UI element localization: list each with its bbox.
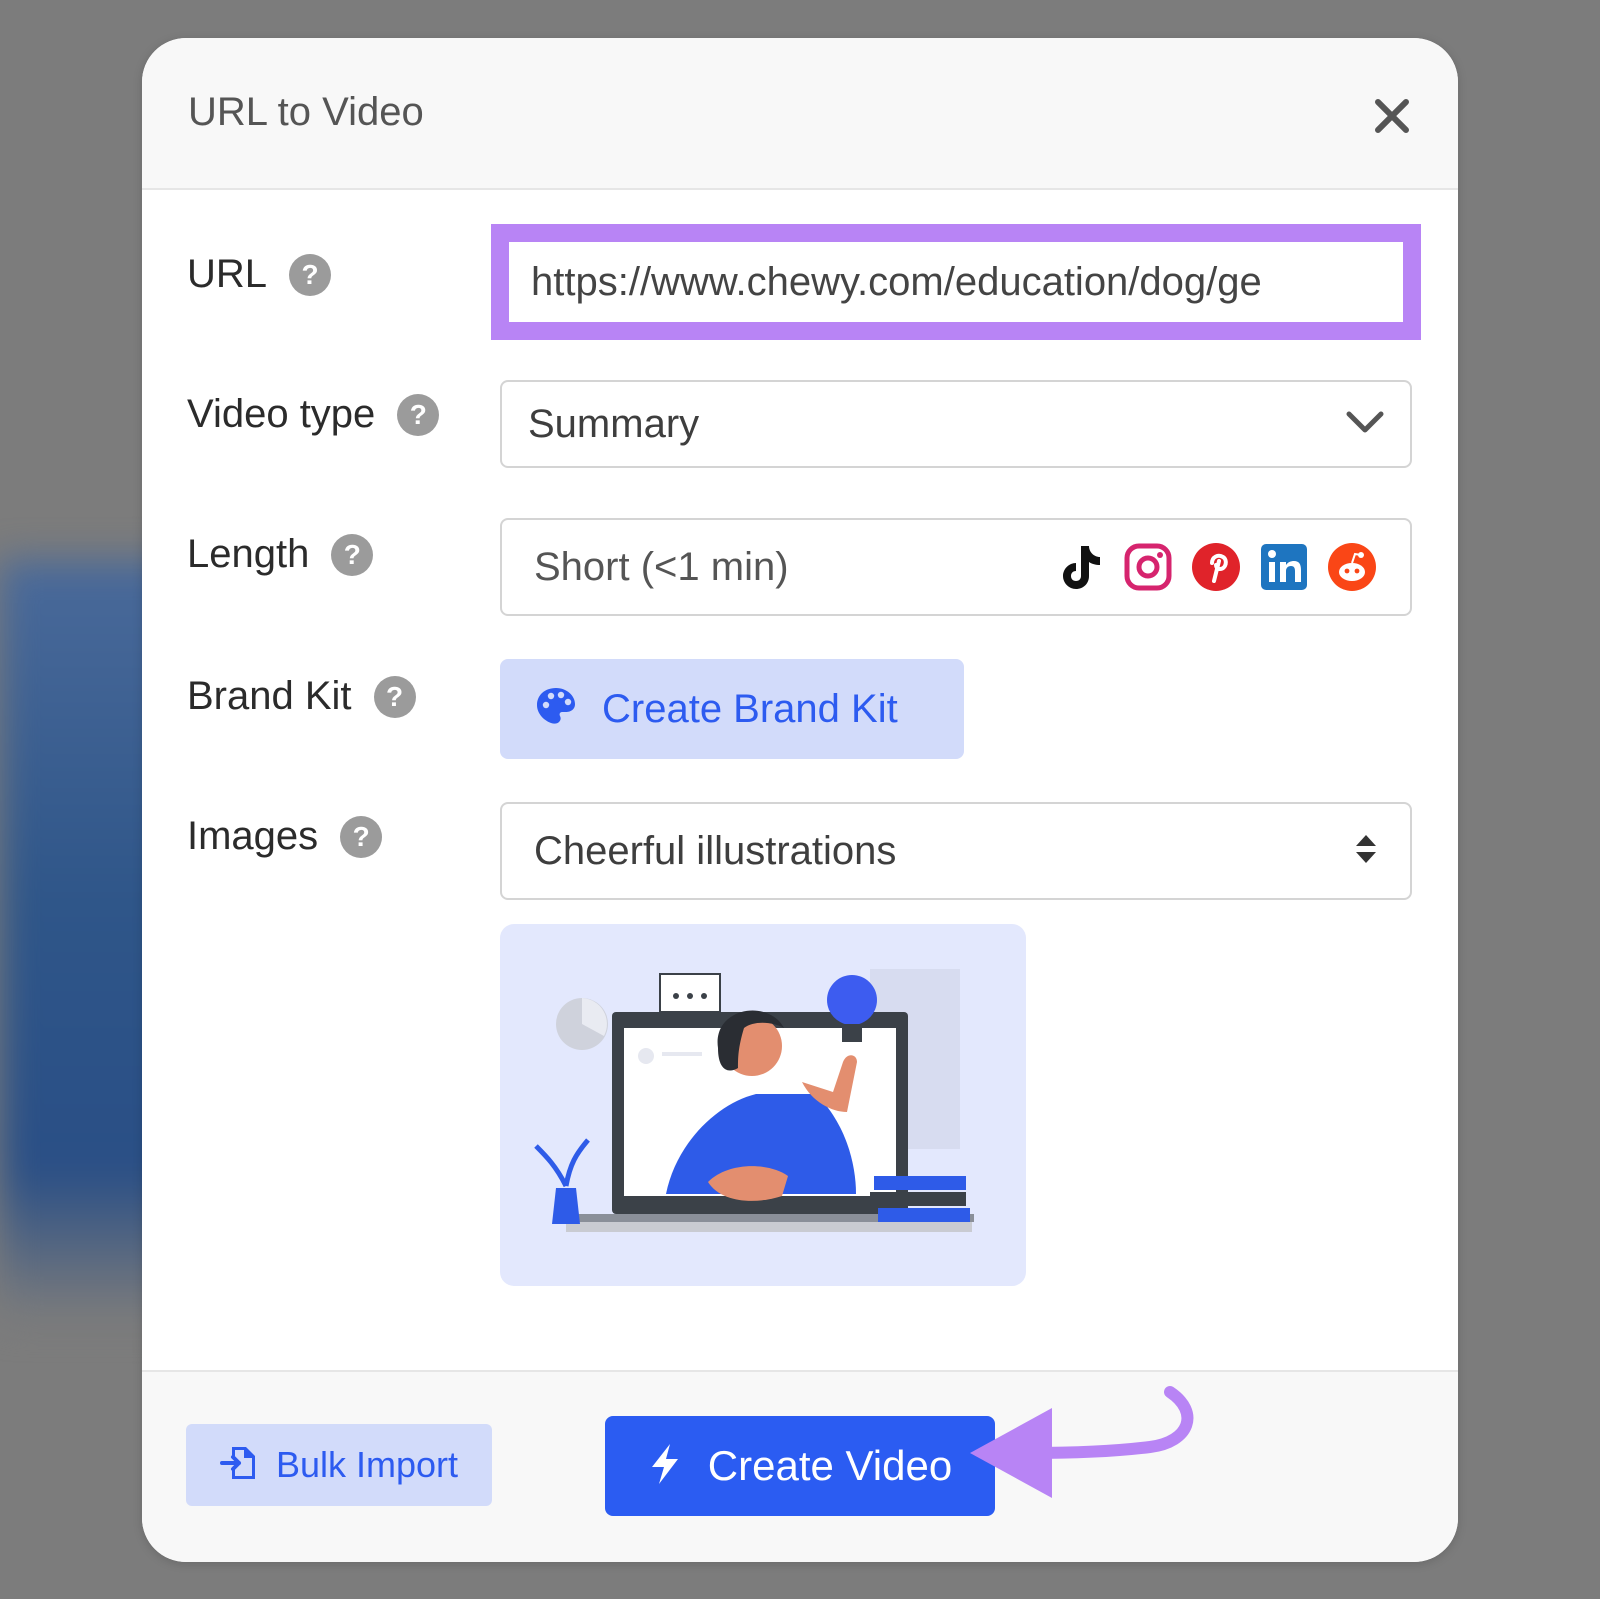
length-select[interactable]: Short (<1 min)	[500, 518, 1412, 616]
instagram-icon	[1122, 541, 1174, 593]
bulk-import-label: Bulk Import	[275, 1444, 459, 1485]
help-icon[interactable]: ?	[331, 533, 374, 576]
help-icon[interactable]: ?	[289, 253, 332, 296]
images-select[interactable]: Cheerful illustrations	[500, 802, 1412, 900]
url-field-highlight	[491, 224, 1421, 340]
lightning-icon	[648, 1442, 682, 1491]
close-icon[interactable]	[1370, 94, 1414, 138]
images-value: Cheerful illustrations	[534, 828, 897, 873]
brand-kit-row-label: Brand Kit ?	[187, 674, 416, 719]
image-style-preview[interactable]	[500, 924, 1026, 1286]
url-to-video-dialog: URL to Video URL ? Video type ? Summary …	[142, 38, 1458, 1562]
chevron-down-icon	[1346, 410, 1384, 439]
brand-kit-label: Brand Kit	[187, 674, 352, 718]
create-brand-kit-button[interactable]: Create Brand Kit	[500, 659, 964, 759]
url-input[interactable]	[509, 242, 1403, 322]
video-type-select[interactable]: Summary	[500, 380, 1412, 468]
video-type-value: Summary	[528, 401, 700, 446]
images-label: Images	[187, 814, 319, 858]
annotation-arrow	[970, 1386, 1194, 1498]
tiktok-icon	[1054, 541, 1106, 593]
help-icon[interactable]: ?	[340, 815, 383, 858]
url-label: URL	[187, 252, 268, 296]
reddit-icon	[1326, 541, 1378, 593]
linkedin-icon	[1258, 541, 1310, 593]
bulk-import-button[interactable]: Bulk Import	[186, 1424, 492, 1506]
file-import-icon	[219, 1443, 260, 1488]
dialog-footer: Bulk Import Create Video	[142, 1370, 1458, 1562]
create-brand-kit-label: Create Brand Kit	[602, 686, 898, 731]
length-value: Short (<1 min)	[534, 544, 789, 589]
create-video-label: Create Video	[707, 1442, 953, 1489]
create-video-button[interactable]: Create Video	[605, 1416, 995, 1516]
help-icon[interactable]: ?	[373, 675, 416, 718]
illustration-image	[534, 969, 974, 1232]
help-icon[interactable]: ?	[397, 393, 440, 436]
length-label: Length	[187, 532, 310, 576]
length-row-label: Length ?	[187, 532, 374, 577]
url-row-label: URL ?	[187, 252, 332, 297]
images-row-label: Images ?	[187, 814, 383, 859]
platform-icons	[1054, 541, 1378, 593]
sort-arrows-icon	[1354, 834, 1378, 869]
dialog-header: URL to Video	[142, 38, 1458, 190]
video-type-row-label: Video type ?	[187, 392, 440, 437]
video-type-label: Video type	[187, 392, 376, 436]
dialog-title: URL to Video	[188, 90, 424, 134]
pinterest-icon	[1190, 541, 1242, 593]
palette-icon	[534, 685, 578, 734]
